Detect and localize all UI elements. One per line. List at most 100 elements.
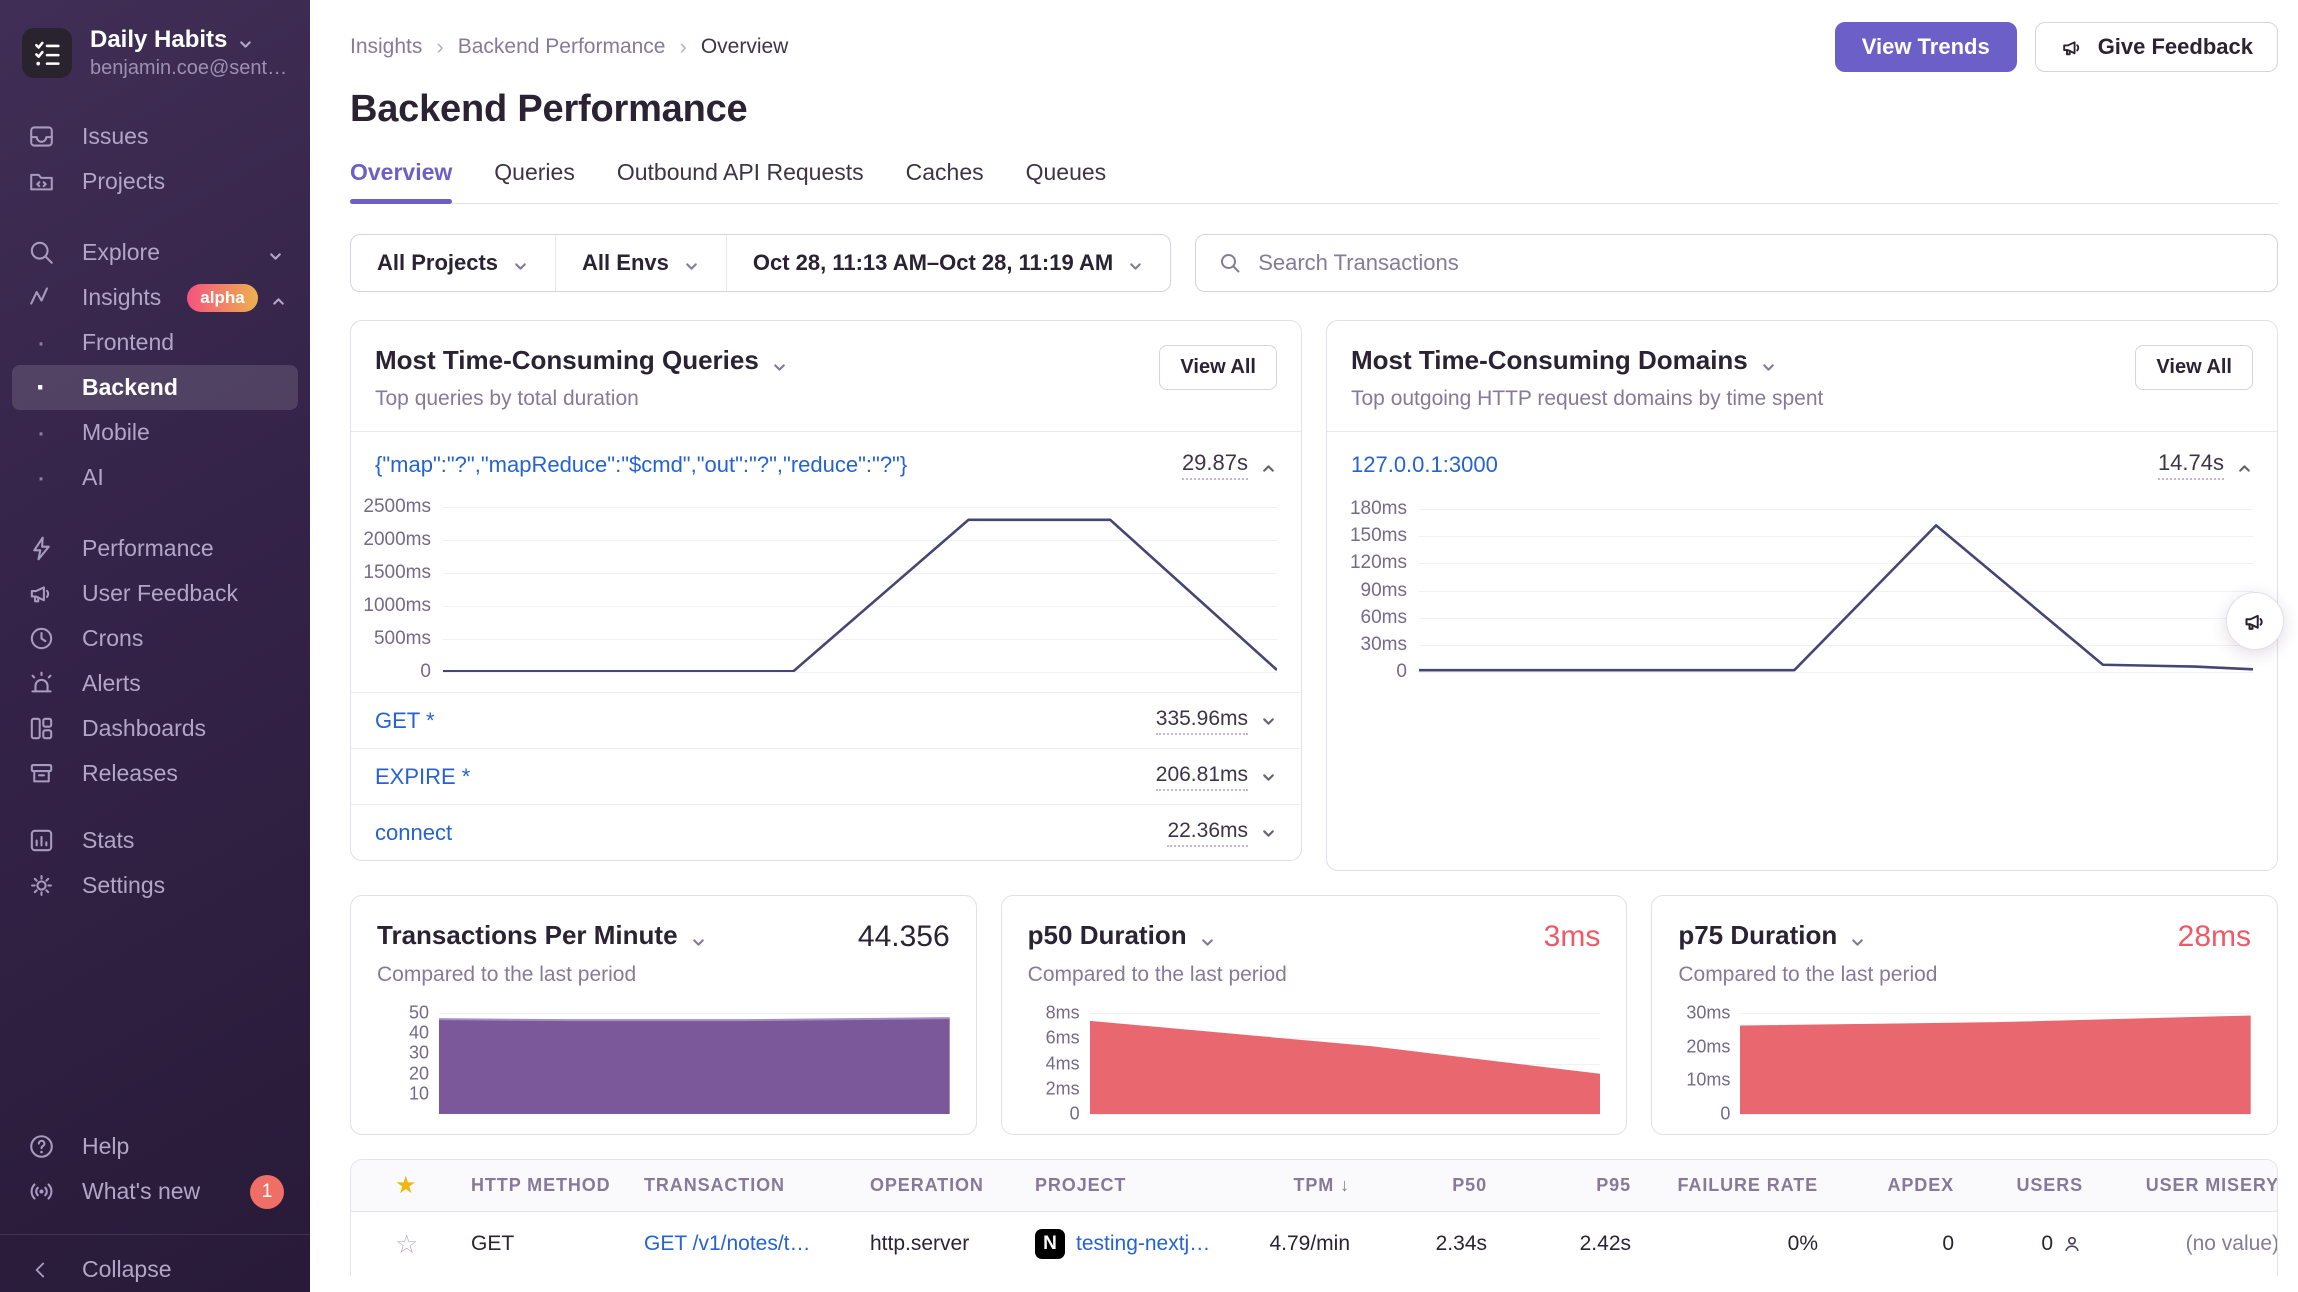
- column-header-operation[interactable]: OPERATION: [870, 1175, 1035, 1196]
- table-row: ☆ GET GET /v1/notes/t… http.server N tes…: [351, 1212, 2277, 1276]
- query-link[interactable]: {"map":"?","mapReduce":"$cmd","out":"?",…: [375, 452, 907, 478]
- view-trends-button[interactable]: View Trends: [1835, 22, 2017, 72]
- query-link[interactable]: connect: [375, 820, 452, 846]
- column-header-failure-rate[interactable]: FAILURE RATE: [1631, 1175, 1818, 1196]
- filter-bar: All Projects All Envs Oct 28, 11:13 AM–O…: [350, 234, 2278, 292]
- sidebar-item-whats-new[interactable]: What's new 1: [12, 1169, 298, 1214]
- column-header-transaction[interactable]: TRANSACTION: [644, 1175, 870, 1196]
- column-header-user-misery[interactable]: USER MISERY: [2083, 1175, 2278, 1196]
- p50-card: p50 Duration 3ms Compared to the last pe…: [1001, 895, 1628, 1135]
- tab-queries[interactable]: Queries: [494, 159, 575, 203]
- column-header-apdex[interactable]: APDEX: [1818, 1175, 1954, 1196]
- plot-area: [1740, 1003, 2251, 1114]
- floating-feedback-button[interactable]: [2226, 592, 2284, 650]
- domains-view-all-button[interactable]: View All: [2135, 345, 2253, 390]
- tab-queues[interactable]: Queues: [1026, 159, 1107, 203]
- p75-card-title-label: p75 Duration: [1678, 920, 1837, 951]
- query-total-time[interactable]: 206.81ms: [1156, 763, 1277, 791]
- chevron-up-icon: [270, 289, 287, 306]
- star-column-header[interactable]: ★: [351, 1171, 471, 1200]
- p50-chart: 02ms4ms6ms8ms: [1028, 1003, 1601, 1114]
- sidebar-item-dashboards[interactable]: Dashboards: [12, 706, 298, 751]
- column-header-tpm[interactable]: TPM ↓: [1215, 1175, 1350, 1196]
- search-box: [1195, 234, 2278, 292]
- column-header-users[interactable]: USERS: [1954, 1175, 2083, 1196]
- column-header-http-method[interactable]: HTTP METHOD: [471, 1175, 644, 1196]
- breadcrumb-backend-performance[interactable]: Backend Performance: [458, 35, 666, 59]
- sidebar-item-frontend[interactable]: · Frontend: [12, 320, 298, 365]
- collapse-button[interactable]: Collapse: [12, 1247, 298, 1292]
- sidebar-item-stats[interactable]: Stats: [12, 818, 298, 863]
- tab-overview[interactable]: Overview: [350, 159, 452, 203]
- tab-outbound-api-requests[interactable]: Outbound API Requests: [617, 159, 864, 203]
- sidebar-item-alerts[interactable]: Alerts: [12, 661, 298, 706]
- sidebar-item-label: Mobile: [82, 419, 150, 446]
- p50-card-title[interactable]: p50 Duration: [1028, 920, 1216, 951]
- projects-icon: [26, 167, 56, 196]
- p75-card-title[interactable]: p75 Duration: [1678, 920, 1866, 951]
- search-input[interactable]: [1258, 250, 2255, 276]
- column-header-project[interactable]: PROJECT: [1035, 1175, 1215, 1196]
- project-link[interactable]: testing-nextj…: [1076, 1232, 1210, 1256]
- sidebar-item-settings[interactable]: Settings: [12, 863, 298, 908]
- transactions-table: ★ HTTP METHOD TRANSACTION OPERATION PROJ…: [350, 1159, 2278, 1276]
- domains-trend-chart: 030ms60ms90ms120ms150ms180ms: [1333, 500, 2253, 672]
- queries-panel-title[interactable]: Most Time-Consuming Queries: [375, 345, 788, 376]
- domain-total-time[interactable]: 14.74s: [2158, 450, 2253, 480]
- sidebar-item-performance[interactable]: Performance: [12, 526, 298, 571]
- p50-card-subtitle: Compared to the last period: [1028, 963, 1601, 987]
- breadcrumb-insights[interactable]: Insights: [350, 35, 422, 59]
- org-avatar: [22, 28, 72, 78]
- y-axis: 02ms4ms6ms8ms: [1028, 1003, 1090, 1114]
- cell-project: N testing-nextj…: [1035, 1229, 1215, 1259]
- query-row-expire: EXPIRE * 206.81ms: [351, 748, 1301, 804]
- queries-view-all-button[interactable]: View All: [1159, 345, 1277, 390]
- p50-card-header: p50 Duration 3ms: [1028, 920, 1601, 954]
- query-total-time[interactable]: 22.36ms: [1167, 819, 1277, 847]
- queries-panel-header: Most Time-Consuming Queries Top queries …: [351, 321, 1301, 431]
- project-filter[interactable]: All Projects: [351, 235, 555, 291]
- cell-p95: 2.42s: [1487, 1232, 1631, 1256]
- domain-link[interactable]: 127.0.0.1:3000: [1351, 452, 1498, 478]
- breadcrumb: Insights › Backend Performance › Overvie…: [350, 34, 788, 60]
- plot-area: [1419, 500, 2253, 672]
- org-switcher[interactable]: Daily Habits benjamin.coe@sent…: [0, 0, 310, 88]
- query-total-time-value: 206.81ms: [1156, 763, 1248, 791]
- domains-panel-title[interactable]: Most Time-Consuming Domains: [1351, 345, 1823, 376]
- star-toggle[interactable]: ☆: [351, 1229, 471, 1260]
- sidebar-item-releases[interactable]: Releases: [12, 751, 298, 796]
- sidebar-item-ai[interactable]: · AI: [12, 455, 298, 500]
- sidebar-item-label: Dashboards: [82, 715, 206, 742]
- sidebar-item-backend[interactable]: · Backend: [12, 365, 298, 410]
- date-range-filter[interactable]: Oct 28, 11:13 AM–Oct 28, 11:19 AM: [726, 235, 1170, 291]
- column-header-p95[interactable]: P95: [1487, 1175, 1631, 1196]
- sidebar-item-help[interactable]: Help: [12, 1124, 298, 1169]
- query-total-time-value: 22.36ms: [1167, 819, 1248, 847]
- sidebar-item-crons[interactable]: Crons: [12, 616, 298, 661]
- query-link[interactable]: GET *: [375, 708, 435, 734]
- transaction-link[interactable]: GET /v1/notes/t…: [644, 1232, 811, 1255]
- sidebar-item-label: Releases: [82, 760, 178, 787]
- domain-total-time-value: 14.74s: [2158, 450, 2224, 480]
- query-total-time[interactable]: 29.87s: [1182, 450, 1277, 480]
- tab-caches[interactable]: Caches: [906, 159, 984, 203]
- query-link[interactable]: EXPIRE *: [375, 764, 470, 790]
- p75-chart: 010ms20ms30ms: [1678, 1003, 2251, 1114]
- query-total-time[interactable]: 335.96ms: [1156, 707, 1277, 735]
- sidebar-item-explore[interactable]: Explore: [12, 230, 298, 275]
- y-axis: 0500ms1000ms1500ms2000ms2500ms: [357, 500, 443, 672]
- chevron-left-icon: [26, 1257, 56, 1283]
- sidebar-item-insights[interactable]: Insights alpha: [12, 275, 298, 320]
- sidebar-item-issues[interactable]: Issues: [12, 114, 298, 159]
- environment-filter[interactable]: All Envs: [555, 235, 726, 291]
- sidebar-item-mobile[interactable]: · Mobile: [12, 410, 298, 455]
- sidebar-item-user-feedback[interactable]: User Feedback: [12, 571, 298, 616]
- column-header-p50[interactable]: P50: [1350, 1175, 1487, 1196]
- tpm-card-title[interactable]: Transactions Per Minute: [377, 920, 707, 951]
- sidebar-item-projects[interactable]: Projects: [12, 159, 298, 204]
- nav-spacer: [0, 796, 310, 818]
- give-feedback-button[interactable]: Give Feedback: [2035, 22, 2278, 72]
- tpm-chart: 1020304050: [377, 1003, 950, 1114]
- collapse-section: Collapse: [0, 1234, 310, 1292]
- project-filter-label: All Projects: [377, 250, 498, 276]
